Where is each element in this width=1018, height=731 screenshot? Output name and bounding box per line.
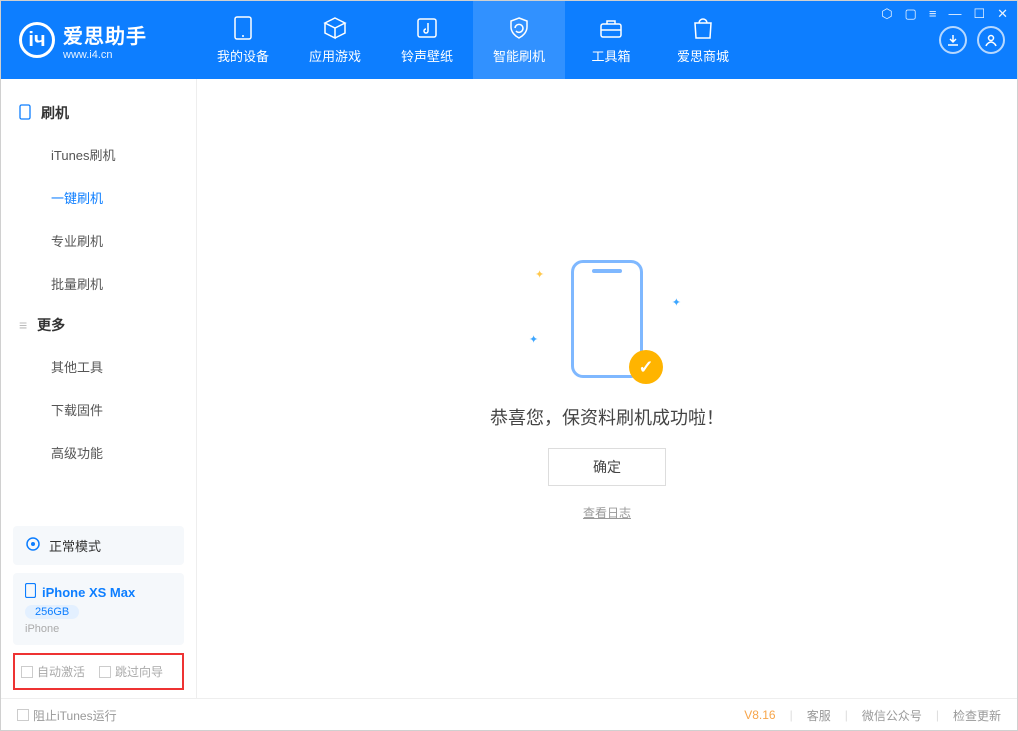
- mode-card[interactable]: 正常模式: [13, 526, 184, 565]
- maximize-button[interactable]: ☐: [973, 6, 985, 22]
- options-highlight-box: 自动激活 跳过向导: [13, 653, 184, 690]
- device-phone-icon: [25, 583, 36, 601]
- sidebar-item-advanced[interactable]: 高级功能: [1, 431, 196, 474]
- sidebar-item-download-firmware[interactable]: 下载固件: [1, 388, 196, 431]
- nav-tabs: 我的设备 应用游戏 铃声壁纸 智能刷机 工具箱 爱思商城: [197, 1, 749, 79]
- refresh-shield-icon: [507, 16, 531, 40]
- app-subtitle: www.i4.cn: [63, 49, 147, 61]
- sidebar-item-other-tools[interactable]: 其他工具: [1, 345, 196, 388]
- feedback-icon[interactable]: ▢: [905, 6, 917, 22]
- menu-icon[interactable]: ≡: [929, 6, 937, 22]
- sidebar-item-oneclick-flash[interactable]: 一键刷机: [1, 176, 196, 219]
- success-message: 恭喜您，保资料刷机成功啦！: [490, 404, 724, 430]
- sidebar: 刷机 iTunes刷机 一键刷机 专业刷机 批量刷机 ≡ 更多 其他工具 下载固…: [1, 79, 197, 698]
- block-itunes-checkbox[interactable]: 阻止iTunes运行: [17, 707, 117, 724]
- shopping-bag-icon: [691, 16, 715, 40]
- nav-my-device[interactable]: 我的设备: [197, 1, 289, 79]
- device-type: iPhone: [25, 623, 59, 635]
- window-controls: ⬡ ▢ ≡ — ☐ ✕: [881, 6, 1008, 22]
- ok-button[interactable]: 确定: [548, 448, 666, 486]
- music-note-icon: [415, 16, 439, 40]
- app-title: 爱思助手: [63, 20, 147, 49]
- sidebar-item-batch-flash[interactable]: 批量刷机: [1, 262, 196, 305]
- nav-apps-games[interactable]: 应用游戏: [289, 1, 381, 79]
- sidebar-item-pro-flash[interactable]: 专业刷机: [1, 219, 196, 262]
- close-button[interactable]: ✕: [997, 6, 1008, 22]
- logo-area: iч 爱思助手 www.i4.cn: [1, 20, 197, 61]
- toolbox-icon: [599, 16, 623, 40]
- shirt-icon[interactable]: ⬡: [881, 6, 892, 22]
- mode-label: 正常模式: [49, 536, 101, 555]
- nav-label: 爱思商城: [677, 46, 729, 65]
- sidebar-item-itunes-flash[interactable]: iTunes刷机: [1, 133, 196, 176]
- device-card[interactable]: iPhone XS Max 256GB iPhone: [13, 573, 184, 645]
- footer-link-wechat[interactable]: 微信公众号: [862, 707, 922, 724]
- sidebar-group-flash: 刷机: [1, 93, 196, 133]
- main-content: ✦ ✦ ✦ ✓ 恭喜您，保资料刷机成功啦！ 确定 查看日志: [197, 79, 1017, 698]
- mode-icon: [25, 536, 41, 555]
- header: iч 爱思助手 www.i4.cn 我的设备 应用游戏 铃声壁纸 智能刷机 工具…: [1, 1, 1017, 79]
- logo-icon: iч: [19, 22, 55, 58]
- footer: 阻止iTunes运行 V8.16 | 客服 | 微信公众号 | 检查更新: [1, 698, 1017, 731]
- nav-label: 智能刷机: [493, 46, 545, 65]
- cube-icon: [323, 16, 347, 40]
- sidebar-group-more: ≡ 更多: [1, 305, 196, 345]
- auto-activate-checkbox[interactable]: 自动激活: [21, 663, 85, 680]
- version-label: V8.16: [744, 708, 775, 722]
- storage-badge: 256GB: [25, 605, 79, 619]
- nav-label: 我的设备: [217, 46, 269, 65]
- success-illustration: ✦ ✦ ✦ ✓: [537, 256, 677, 386]
- nav-label: 工具箱: [591, 46, 630, 65]
- nav-ringtones-wallpapers[interactable]: 铃声壁纸: [381, 1, 473, 79]
- device-name-text: iPhone XS Max: [42, 585, 135, 600]
- minimize-button[interactable]: —: [948, 6, 961, 22]
- checkmark-badge-icon: ✓: [629, 350, 663, 384]
- sparkle-icon: ✦: [535, 268, 544, 281]
- nav-label: 铃声壁纸: [401, 46, 453, 65]
- nav-smart-flash[interactable]: 智能刷机: [473, 1, 565, 79]
- skip-guide-checkbox[interactable]: 跳过向导: [99, 663, 163, 680]
- footer-link-support[interactable]: 客服: [807, 707, 831, 724]
- nav-label: 应用游戏: [309, 46, 361, 65]
- list-icon: ≡: [19, 317, 27, 333]
- phone-icon: [19, 104, 31, 123]
- device-icon: [231, 16, 255, 40]
- download-button[interactable]: [939, 26, 967, 54]
- sparkle-icon: ✦: [672, 296, 681, 309]
- user-button[interactable]: [977, 26, 1005, 54]
- nav-toolbox[interactable]: 工具箱: [565, 1, 657, 79]
- nav-store[interactable]: 爱思商城: [657, 1, 749, 79]
- view-log-link[interactable]: 查看日志: [583, 504, 631, 521]
- sparkle-icon: ✦: [529, 333, 538, 346]
- footer-link-update[interactable]: 检查更新: [953, 707, 1001, 724]
